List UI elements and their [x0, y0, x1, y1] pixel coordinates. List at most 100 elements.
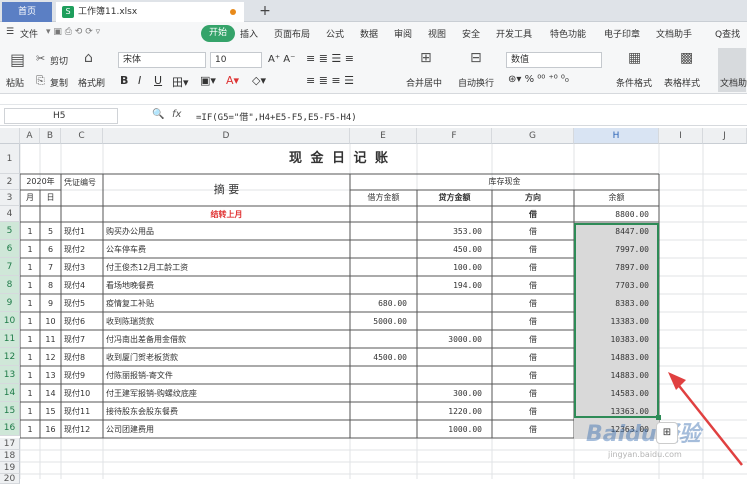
- formula-input[interactable]: =IF(G5="借",H4+E5-F5,E5-F5-H4): [196, 110, 357, 123]
- row-header[interactable]: 14: [0, 384, 20, 402]
- wrap-icon[interactable]: ⊟: [470, 50, 482, 66]
- row-header[interactable]: 10: [0, 312, 20, 330]
- menu-e-seal[interactable]: 电子印章: [604, 27, 640, 40]
- cond-format-button[interactable]: 条件格式: [616, 76, 652, 89]
- column-header[interactable]: J: [703, 128, 747, 144]
- column-header[interactable]: D: [103, 128, 350, 144]
- quick-analysis-icon[interactable]: ⊞: [656, 422, 678, 444]
- font-size-select[interactable]: 10: [210, 52, 262, 68]
- fill-color-icon[interactable]: ▣▾: [200, 74, 216, 87]
- menu-features[interactable]: 特色功能: [550, 27, 586, 40]
- credit-header: 贷方金额: [438, 193, 471, 202]
- align-horizontal-icons[interactable]: ≡ ≣ ≡ ☰: [306, 74, 354, 87]
- column-header[interactable]: G: [492, 128, 574, 144]
- tab-home[interactable]: 首页: [2, 2, 52, 22]
- search-button[interactable]: Q查找: [715, 27, 740, 40]
- menu-review[interactable]: 审阅: [394, 27, 412, 40]
- row-header[interactable]: 13: [0, 366, 20, 384]
- menu-data[interactable]: 数据: [360, 27, 378, 40]
- entry-month: 1: [27, 407, 33, 416]
- column-header[interactable]: I: [659, 128, 703, 144]
- tab-workbook-label: 工作簿11.xlsx: [78, 7, 138, 17]
- row-header[interactable]: 18: [0, 450, 20, 462]
- paste-icon[interactable]: ▤: [10, 50, 25, 69]
- quick-access-icons[interactable]: ▾ ▣ ⎙ ⟲ ⟳ ▿: [46, 27, 100, 37]
- merge-button[interactable]: 合并居中: [406, 76, 442, 89]
- copy-button[interactable]: 复制: [50, 76, 68, 89]
- select-all-corner[interactable]: [0, 128, 20, 144]
- row-header[interactable]: 4: [0, 206, 20, 222]
- clear-icon[interactable]: ◇▾: [252, 74, 266, 87]
- column-header[interactable]: B: [40, 128, 61, 144]
- menu-doc-assistant[interactable]: 文档助手: [656, 27, 692, 40]
- row-header[interactable]: 2: [0, 174, 20, 190]
- menu-view[interactable]: 视图: [428, 27, 446, 40]
- entry-direction: 借: [529, 371, 537, 380]
- menu-icon[interactable]: ☰: [6, 27, 14, 37]
- sheet-grid[interactable]: 现 金 日 记 账 2020年 月 日 凭证编号 摘 要 库存现金 借方金额 贷…: [20, 144, 747, 479]
- name-box[interactable]: H5: [4, 108, 118, 124]
- menu-file[interactable]: 文件: [20, 27, 38, 40]
- entry-direction: 借: [529, 317, 537, 326]
- entry-direction: 借: [529, 389, 537, 398]
- menu-formula[interactable]: 公式: [326, 27, 344, 40]
- row-header[interactable]: 16: [0, 420, 20, 436]
- row-header[interactable]: 12: [0, 348, 20, 366]
- entry-credit: 1000.00: [448, 425, 482, 434]
- border-icon[interactable]: 田▾: [172, 74, 189, 90]
- column-header-selected[interactable]: H: [574, 128, 659, 144]
- paste-button[interactable]: 粘贴: [6, 76, 24, 89]
- row-header[interactable]: 11: [0, 330, 20, 348]
- merge-icon[interactable]: ⊞: [420, 50, 432, 66]
- row-header[interactable]: 19: [0, 462, 20, 474]
- format-painter-icon[interactable]: ⌂: [84, 50, 93, 66]
- entry-direction: 借: [529, 353, 537, 362]
- menu-page-layout[interactable]: 页面布局: [274, 27, 310, 40]
- menu-developer[interactable]: 开发工具: [496, 27, 532, 40]
- font-grow-shrink-icon[interactable]: A⁺ A⁻: [268, 54, 295, 65]
- table-style-button[interactable]: 表格样式: [664, 76, 700, 89]
- italic-icon[interactable]: I: [138, 74, 141, 87]
- column-header[interactable]: E: [350, 128, 417, 144]
- new-tab-button[interactable]: +: [255, 0, 275, 22]
- column-header[interactable]: A: [20, 128, 40, 144]
- wrap-button[interactable]: 自动换行: [458, 76, 494, 89]
- row-header[interactable]: 17: [0, 438, 20, 450]
- row-header[interactable]: 5: [0, 222, 20, 240]
- row-header[interactable]: 1: [0, 144, 20, 174]
- font-color-icon[interactable]: A▾: [226, 74, 239, 87]
- format-painter-button[interactable]: 格式刷: [78, 76, 105, 89]
- entry-summary: 疫情复工补贴: [106, 299, 154, 308]
- zoom-icon[interactable]: 🔍: [152, 109, 164, 120]
- entry-credit: [417, 295, 492, 313]
- table-style-icon[interactable]: ▩: [680, 50, 693, 66]
- cond-format-icon[interactable]: ▦: [628, 50, 641, 66]
- underline-icon[interactable]: U: [154, 74, 162, 87]
- number-format-icons[interactable]: ⊛▾ % ⁰⁰ ⁺⁰ ⁰₀: [508, 74, 569, 85]
- tab-workbook[interactable]: S 工作簿11.xlsx: [56, 2, 244, 22]
- row-header[interactable]: 9: [0, 294, 20, 312]
- align-top-icons[interactable]: ≡ ≣ ☰ ≡: [306, 52, 354, 65]
- unsaved-dot-icon: [230, 9, 236, 15]
- menu-insert[interactable]: 插入: [240, 27, 258, 40]
- entry-credit: [417, 313, 492, 331]
- copy-icon[interactable]: ⎘: [36, 74, 45, 88]
- row-header[interactable]: 7: [0, 258, 20, 276]
- bold-icon[interactable]: B: [120, 74, 128, 87]
- menu-start[interactable]: 开始: [201, 25, 235, 42]
- row-header[interactable]: 8: [0, 276, 20, 294]
- font-name-select[interactable]: 宋体: [118, 52, 206, 68]
- column-header[interactable]: F: [417, 128, 492, 144]
- row-header[interactable]: 15: [0, 402, 20, 420]
- cut-button[interactable]: 剪切: [50, 54, 68, 67]
- fx-icon[interactable]: fx: [172, 109, 181, 120]
- number-format-select[interactable]: 数值: [506, 52, 602, 68]
- row-header[interactable]: 6: [0, 240, 20, 258]
- menu-security[interactable]: 安全: [462, 27, 480, 40]
- doc-assistant-panel[interactable]: 文档助手: [718, 48, 747, 92]
- column-header[interactable]: C: [61, 128, 103, 144]
- row-header[interactable]: 20: [0, 474, 20, 484]
- cut-icon[interactable]: ✂: [36, 52, 45, 65]
- row-header[interactable]: 3: [0, 190, 20, 206]
- entry-summary: 接待股东会股东餐费: [106, 407, 178, 416]
